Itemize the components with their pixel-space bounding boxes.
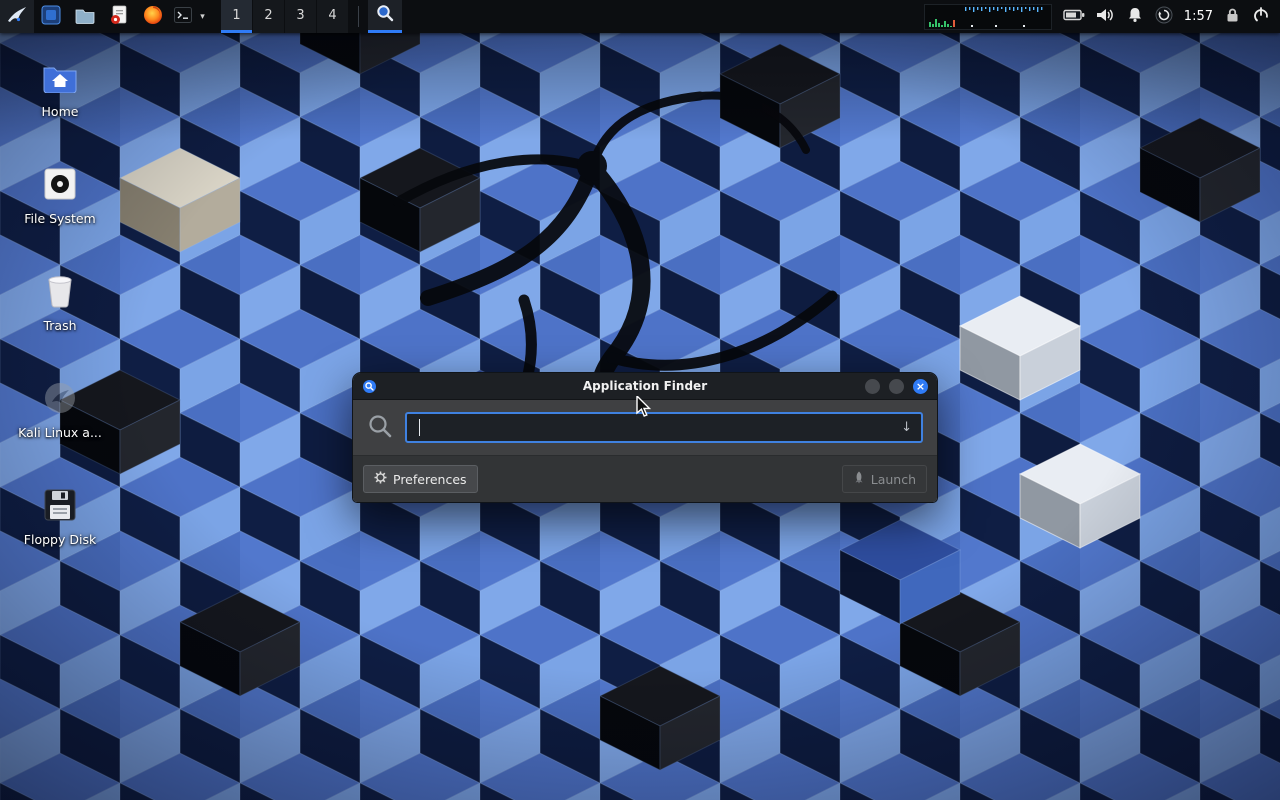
- application-finder-window: Application Finder × ↓: [352, 372, 938, 503]
- window-footer: Preferences Launch: [353, 455, 937, 502]
- text-editor-launcher[interactable]: [102, 0, 136, 33]
- workspace-switcher: 1 2 3 4: [221, 0, 349, 33]
- drive-icon: [41, 165, 79, 203]
- window-title: Application Finder: [353, 379, 937, 393]
- workspace-3[interactable]: 3: [285, 0, 316, 33]
- session-logout[interactable]: [1252, 6, 1270, 28]
- maximize-button[interactable]: [889, 379, 904, 394]
- home-icon: [41, 58, 79, 96]
- text-caret: [419, 419, 420, 436]
- notifications[interactable]: [1126, 6, 1144, 27]
- search-icon: [367, 413, 393, 443]
- screen-lock[interactable]: [1224, 6, 1241, 27]
- workspace-2[interactable]: 2: [253, 0, 284, 33]
- file-manager-launcher[interactable]: [68, 0, 102, 33]
- desktop-icon-label: File System: [24, 211, 96, 226]
- panel-right: 1:57: [924, 0, 1280, 33]
- desktop-icon-label: Trash: [43, 318, 76, 333]
- battery-icon: [1063, 7, 1085, 27]
- preferences-label: Preferences: [393, 472, 467, 487]
- firefox-launcher[interactable]: [136, 0, 170, 33]
- dropdown-arrow-icon[interactable]: ↓: [901, 420, 912, 435]
- terminal-icon: [174, 7, 192, 27]
- battery-indicator[interactable]: [1063, 7, 1085, 27]
- desktop-icon-kali-docs[interactable]: Kali Linux a...: [13, 379, 107, 440]
- terminal-dropdown[interactable]: ▾: [196, 0, 209, 33]
- terminal-launcher[interactable]: [170, 0, 196, 33]
- minimize-button[interactable]: [865, 379, 880, 394]
- app-finder-icon: [375, 3, 395, 27]
- taskbar-application-finder[interactable]: [368, 0, 402, 33]
- close-icon: ×: [916, 381, 925, 392]
- floppy-icon: [41, 486, 79, 524]
- desktop-icon-file-system[interactable]: File System: [13, 165, 107, 226]
- desktop-icon-label: Home: [42, 104, 79, 119]
- speaker-icon: [1096, 7, 1115, 27]
- chevron-down-icon: ▾: [200, 12, 205, 22]
- window-app-icon: [362, 379, 377, 394]
- preferences-button[interactable]: Preferences: [363, 465, 478, 493]
- document-icon: [110, 5, 128, 29]
- window-icon: [41, 5, 61, 29]
- folder-icon: [75, 6, 95, 28]
- desktop-icon-label: Floppy Disk: [24, 532, 96, 547]
- refresh-circle-icon: [1155, 6, 1173, 28]
- update-status[interactable]: [1155, 6, 1173, 28]
- desktop-icon-floppy-disk[interactable]: Floppy Disk: [13, 486, 107, 547]
- kali-menu-button[interactable]: [0, 0, 34, 33]
- window-body: ↓: [353, 400, 937, 455]
- search-input[interactable]: ↓: [405, 412, 923, 443]
- system-monitor-graph[interactable]: [924, 4, 1052, 30]
- top-panel: ▾ 1 2 3 4: [0, 0, 1280, 33]
- desktop-icon-home[interactable]: Home: [13, 58, 107, 119]
- bell-icon: [1126, 6, 1144, 27]
- files-launcher[interactable]: [34, 0, 68, 33]
- lock-icon: [1224, 6, 1241, 27]
- launch-button[interactable]: Launch: [842, 465, 927, 493]
- desktop: Home File System Trash Kali Linux a... F…: [0, 0, 1280, 800]
- kali-docs-icon: [41, 379, 79, 417]
- panel-left: ▾ 1 2 3 4: [0, 0, 402, 33]
- power-icon: [1252, 6, 1270, 28]
- clock[interactable]: 1:57: [1184, 9, 1213, 24]
- window-controls: ×: [865, 379, 928, 394]
- rocket-icon: [853, 471, 865, 487]
- volume-control[interactable]: [1096, 7, 1115, 27]
- kali-logo-icon: [5, 4, 29, 30]
- panel-separator: [358, 6, 359, 27]
- firefox-icon: [143, 5, 163, 29]
- gear-icon: [374, 471, 387, 487]
- workspace-1[interactable]: 1: [221, 0, 252, 33]
- close-button[interactable]: ×: [913, 379, 928, 394]
- trash-icon: [41, 272, 79, 310]
- desktop-icon-label: Kali Linux a...: [18, 425, 102, 440]
- titlebar[interactable]: Application Finder ×: [353, 373, 937, 400]
- launch-label: Launch: [871, 472, 916, 487]
- desktop-icon-trash[interactable]: Trash: [13, 272, 107, 333]
- workspace-4[interactable]: 4: [317, 0, 348, 33]
